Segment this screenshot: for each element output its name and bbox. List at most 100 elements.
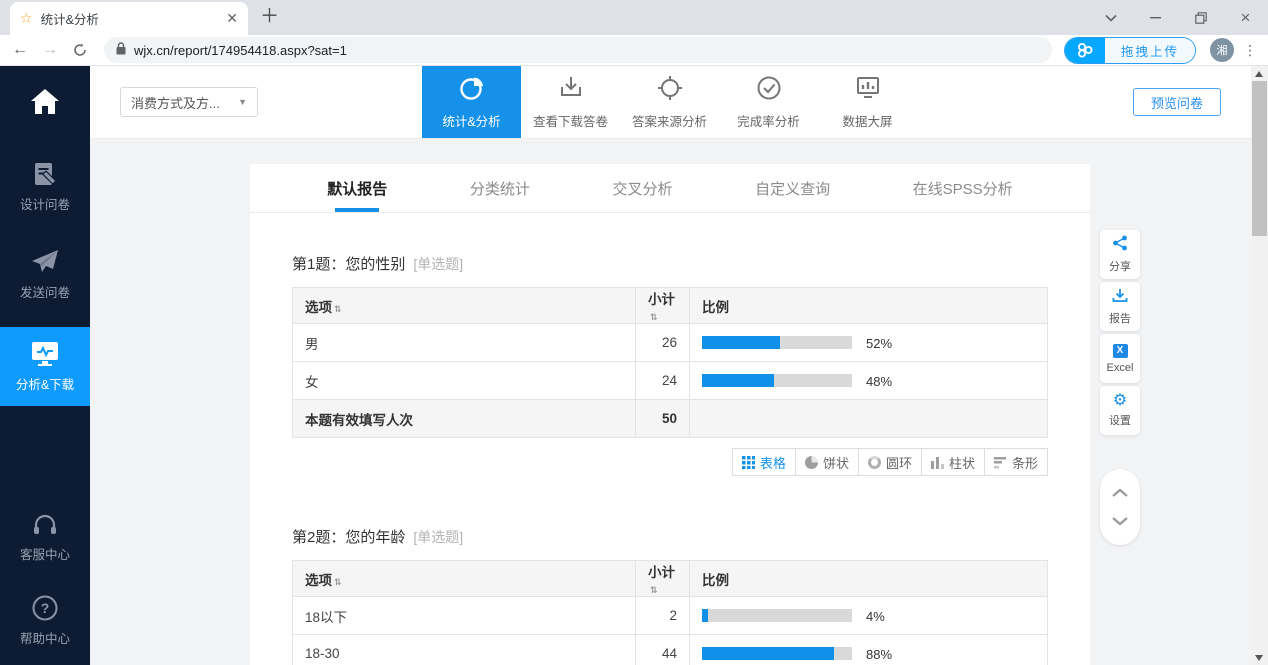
tab-view-answers[interactable]: 查看下载答卷	[521, 66, 620, 138]
count-cell: 26	[636, 324, 690, 362]
scrollbar-thumb[interactable]	[1252, 81, 1267, 236]
report-tab-classified[interactable]: 分类统计	[470, 164, 530, 212]
share-button[interactable]: 分享	[1100, 230, 1140, 279]
window-restore-icon[interactable]	[1178, 0, 1223, 35]
column-header-count[interactable]: 小计⇅	[636, 288, 690, 324]
favicon-star-icon: ☆	[20, 10, 33, 27]
float-tool-label: 报告	[1109, 310, 1131, 326]
browser-avatar[interactable]: 湘	[1210, 38, 1234, 62]
sidebar-item-label: 发送问卷	[20, 282, 70, 301]
ratio-bar	[702, 609, 852, 622]
sidebar-item-analysis[interactable]: 分析&下载	[0, 327, 90, 406]
address-bar[interactable]: wjx.cn/report/174954418.aspx?sat=1	[104, 37, 1052, 63]
ratio-bar	[702, 336, 852, 349]
tab-stats-analysis[interactable]: 统计&分析	[422, 66, 521, 138]
report-tab-spss[interactable]: 在线SPSS分析	[913, 164, 1013, 212]
survey-select-dropdown[interactable]: 消费方式及方... ▼	[120, 87, 258, 117]
sort-icon[interactable]: ⇅	[334, 577, 342, 587]
bar-chart-icon	[994, 456, 1007, 469]
sort-icon[interactable]: ⇅	[650, 312, 658, 322]
ratio-bar-fill	[702, 609, 708, 622]
baidu-netdisk-extension-button[interactable]: 拖拽上传	[1064, 37, 1196, 64]
back-icon[interactable]: ←	[8, 38, 32, 62]
sort-icon[interactable]: ⇅	[334, 304, 342, 314]
url-text: wjx.cn/report/174954418.aspx?sat=1	[134, 43, 347, 58]
report-tab-default[interactable]: 默认报告	[327, 164, 387, 212]
window-menu-chevron-icon[interactable]	[1088, 0, 1133, 35]
sidebar-item-help[interactable]: ? 帮助中心	[0, 585, 90, 657]
chart-type-button-column[interactable]: 柱状	[921, 448, 985, 476]
chart-type-button-donut[interactable]: 圆环	[858, 448, 922, 476]
browser-menu-icon[interactable]: ⋮	[1240, 42, 1260, 59]
chart-type-button-pie[interactable]: 饼状	[795, 448, 859, 476]
tab-close-icon[interactable]: ✕	[226, 10, 238, 27]
ratio-bar-fill	[702, 336, 780, 349]
sidebar-item-design[interactable]: 设计问卷	[0, 151, 90, 223]
gear-icon: ⚙	[1113, 394, 1127, 408]
table-icon	[742, 456, 755, 469]
question-number: 第1题：	[292, 256, 345, 273]
new-tab-button[interactable]: ＋	[260, 1, 279, 28]
question-block: 第1题：您的性别[单选题]选项⇅小计⇅比例男2652%女2448%本题有效填写人…	[292, 253, 1048, 476]
scrollbar-down-icon[interactable]	[1255, 655, 1263, 661]
chart-type-label: 饼状	[823, 453, 849, 472]
option-cell: 女	[293, 362, 636, 400]
chart-type-button-table[interactable]: 表格	[732, 448, 796, 476]
sidebar-item-home[interactable]	[0, 66, 90, 125]
pie-chart-icon	[459, 75, 485, 104]
design-survey-icon	[32, 161, 58, 187]
footer-label-cell: 本题有效填写人次	[293, 400, 636, 438]
ratio-cell: 48%	[690, 362, 1048, 400]
analysis-download-icon	[30, 340, 60, 367]
column-header-option[interactable]: 选项⇅	[293, 288, 636, 324]
window-close-icon[interactable]: ×	[1223, 0, 1268, 35]
page-scrollbar[interactable]	[1251, 66, 1268, 665]
report-download-button[interactable]: 报告	[1100, 282, 1140, 331]
table-row: 男2652%	[293, 324, 1048, 362]
chart-type-label: 条形	[1012, 453, 1038, 472]
forward-icon[interactable]: →	[38, 38, 62, 62]
tab-answer-source[interactable]: 答案来源分析	[620, 66, 719, 138]
column-header-count[interactable]: 小计⇅	[636, 561, 690, 597]
check-circle-icon	[756, 75, 782, 104]
extension-label: 拖拽上传	[1105, 38, 1195, 63]
browser-tab[interactable]: ☆ 统计&分析 ✕	[10, 2, 248, 35]
footer-count-cell: 50	[636, 400, 690, 438]
ratio-cell: 52%	[690, 324, 1048, 362]
survey-select-value: 消费方式及方...	[131, 93, 220, 112]
ratio-bar	[702, 647, 852, 660]
chart-type-button-bar[interactable]: 条形	[984, 448, 1048, 476]
sort-icon[interactable]: ⇅	[650, 585, 658, 595]
floating-tools: 分享 报告 X Excel ⚙ 设置	[1100, 230, 1140, 438]
toolbar-tab-label: 完成率分析	[737, 111, 800, 130]
baidu-netdisk-icon	[1065, 38, 1105, 63]
pie-icon	[805, 456, 818, 469]
help-icon: ?	[32, 595, 58, 621]
count-cell: 44	[636, 635, 690, 665]
tab-data-dashboard[interactable]: 数据大屏	[818, 66, 917, 138]
window-controls: ×	[1088, 0, 1268, 35]
scrollbar-up-icon[interactable]	[1255, 71, 1263, 77]
chevron-down-icon[interactable]	[1111, 516, 1129, 526]
browser-tab-title: 统计&分析	[41, 9, 99, 28]
toolbar-tab-label: 答案来源分析	[632, 111, 707, 130]
refresh-icon[interactable]	[68, 38, 92, 62]
report-tab-custom[interactable]: 自定义查询	[755, 164, 830, 212]
table-row: 女2448%	[293, 362, 1048, 400]
sidebar-item-service[interactable]: 客服中心	[0, 503, 90, 573]
window-minimize-icon[interactable]	[1133, 0, 1178, 35]
stats-table: 选项⇅小计⇅比例18以下24%18-304488%	[292, 560, 1048, 665]
left-sidebar: 设计问卷 发送问卷 分析&下载 客服中心 ? 帮助中心	[0, 66, 90, 665]
sidebar-item-send[interactable]: 发送问卷	[0, 239, 90, 311]
excel-export-button[interactable]: X Excel	[1100, 334, 1140, 383]
chevron-up-icon[interactable]	[1111, 488, 1129, 498]
questions-container: 第1题：您的性别[单选题]选项⇅小计⇅比例男2652%女2448%本题有效填写人…	[250, 253, 1090, 665]
report-tab-cross[interactable]: 交叉分析	[612, 164, 672, 212]
question-type-tag: [单选题]	[413, 529, 463, 545]
dashboard-icon	[855, 75, 881, 104]
preview-survey-button[interactable]: 预览问卷	[1133, 88, 1221, 116]
headset-icon	[31, 513, 59, 537]
tab-completion-rate[interactable]: 完成率分析	[719, 66, 818, 138]
settings-button[interactable]: ⚙ 设置	[1100, 386, 1140, 435]
column-header-option[interactable]: 选项⇅	[293, 561, 636, 597]
